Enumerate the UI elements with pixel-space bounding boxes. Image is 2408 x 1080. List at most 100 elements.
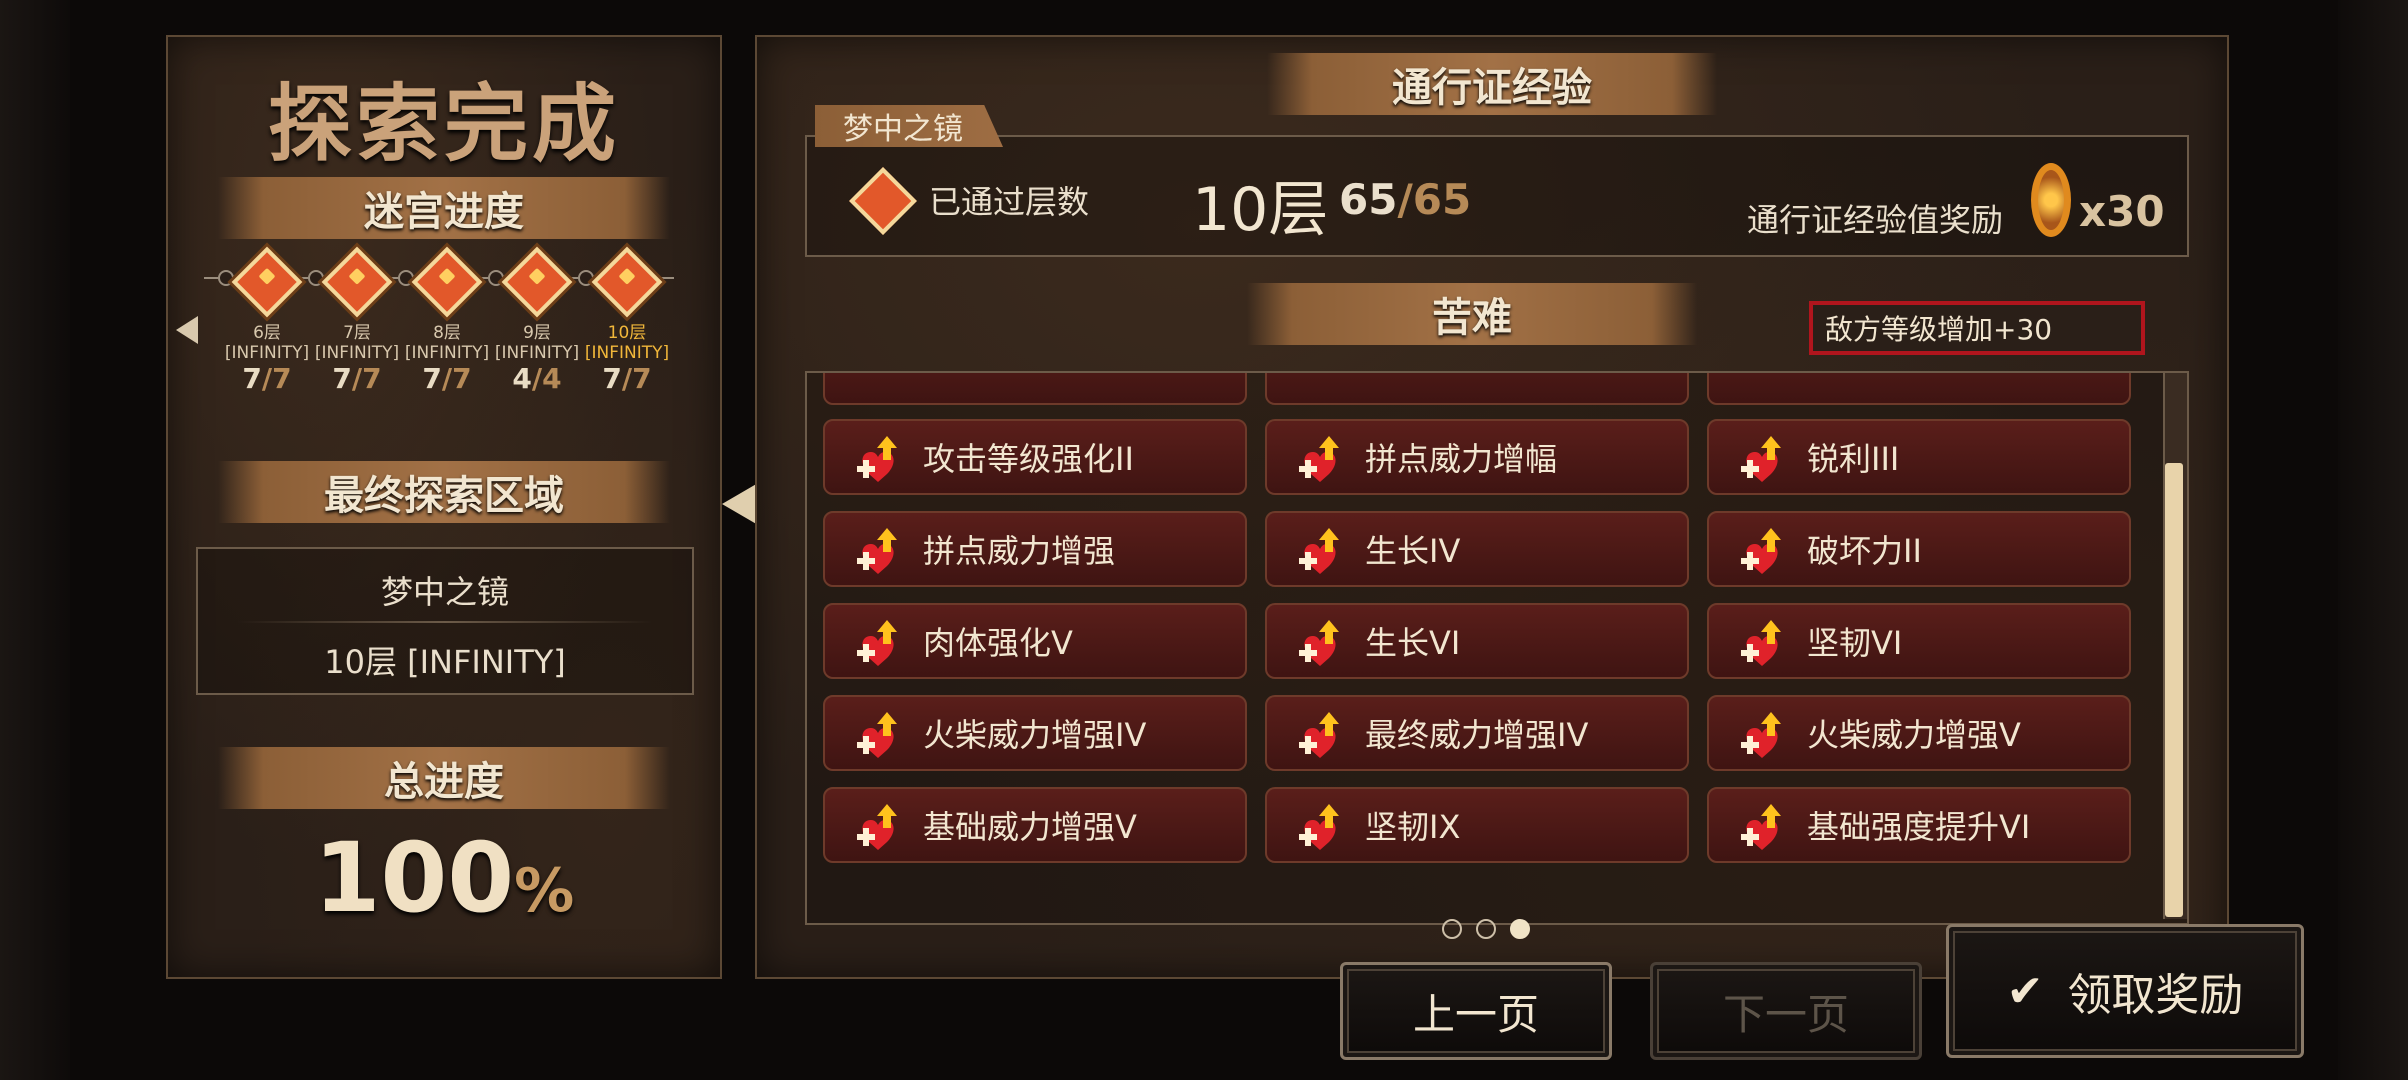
floor-seal-icon — [849, 167, 917, 235]
modifier-label: 肉体强化V — [923, 624, 1073, 662]
modifier-card[interactable]: 基础威力增强V — [823, 787, 1247, 863]
page-dot-active[interactable] — [1510, 919, 1530, 939]
floor-tag: [INFINITY] — [314, 343, 400, 363]
modifier-card[interactable]: 攻击等级强化II — [823, 419, 1247, 495]
modifier-card[interactable]: 基础强度提升VI — [1707, 787, 2131, 863]
floor-count: 7/7 — [422, 362, 472, 395]
modifier-label: 基础威力增强V — [923, 808, 1137, 846]
explore-complete-title: 探索完成 — [267, 75, 620, 173]
modifier-card[interactable]: 生长IV — [1265, 511, 1689, 587]
total-progress-value: 100% — [313, 822, 575, 934]
passed-floors-value: 10层 — [1192, 175, 1329, 245]
growth-icon — [1295, 612, 1353, 670]
modifier-label: 锐利III — [1807, 440, 1900, 478]
floor-seal-icon — [411, 246, 483, 318]
page-indicator — [1442, 919, 1530, 939]
summary-panel: 探索完成 迷宫进度 6层 [INFINITY] 7/7 7层 [INFINITY… — [166, 35, 722, 979]
floor-name: 10层 — [607, 323, 647, 343]
passed-count: 65/65 — [1339, 175, 1472, 224]
frame-edge-left — [0, 0, 70, 1080]
pass-exp-label: 通行证经验 — [1392, 65, 1592, 111]
modifier-label: 破坏力II — [1807, 532, 1922, 570]
floor-node[interactable]: 8层 [INFINITY] 7/7 — [402, 246, 492, 395]
modifier-label: 攻击等级强化II — [923, 440, 1134, 478]
pass-exp-banner: 通行证经验 — [1267, 53, 1717, 115]
modifier-card[interactable]: 破坏力II — [1707, 511, 2131, 587]
floor-tag: [INFINITY] — [404, 343, 490, 363]
floor-name: 7层 — [343, 323, 371, 343]
heart-plus-icon — [1295, 704, 1353, 762]
total-progress-label: 总进度 — [384, 759, 504, 805]
modifier-card[interactable]: 最终威力增强IV — [1265, 695, 1689, 771]
floor-name: 9层 — [523, 323, 551, 343]
reward-panel: 通行证经验 已通过层数 10层 65/65 通行证经验值奖励 x30 梦中之镜 … — [755, 35, 2229, 979]
modifier-card[interactable]: 锐利III — [1707, 419, 2131, 495]
floor-count: 7/7 — [242, 362, 292, 395]
floor-name: 8层 — [433, 323, 461, 343]
final-area-floor: 10层 [INFINITY] — [324, 643, 566, 681]
modifier-card[interactable]: 肉体强化V — [823, 603, 1247, 679]
total-progress-banner: 总进度 — [218, 747, 670, 809]
heart-plus-icon — [1737, 704, 1795, 762]
floor-node-current[interactable]: 10层 [INFINITY] 7/7 — [582, 246, 672, 395]
floor-scroll-left-icon[interactable] — [176, 316, 198, 344]
modifier-card[interactable]: 坚韧VI — [1707, 603, 2131, 679]
prev-page-button[interactable]: 上一页 — [1340, 962, 1612, 1060]
floor-node[interactable]: 6层 [INFINITY] 7/7 — [222, 246, 312, 395]
sword-up-icon — [1737, 796, 1795, 854]
modifier-label: 拼点威力增幅 — [1365, 440, 1558, 478]
modifier-card[interactable]: 坚韧IX — [1265, 787, 1689, 863]
sword-up-icon — [853, 428, 911, 486]
tough-icon — [1737, 612, 1795, 670]
pass-exp-box: 已通过层数 10层 65/65 通行证经验值奖励 x30 — [805, 135, 2189, 257]
modifier-label: 生长IV — [1365, 532, 1461, 570]
list-item-partial — [1265, 373, 1689, 405]
floor-name: 6层 — [253, 323, 281, 343]
sword-up-icon — [853, 612, 911, 670]
floor-count: 7/7 — [602, 362, 652, 395]
hardship-banner: 苦难 — [1247, 283, 1697, 345]
floor-node[interactable]: 7层 [INFINITY] 7/7 — [312, 246, 402, 395]
modifier-label: 生长VI — [1365, 624, 1461, 662]
floor-tag: [INFINITY] — [584, 343, 670, 363]
final-area-label: 最终探索区域 — [324, 473, 564, 519]
heart-plus-icon — [853, 520, 911, 578]
check-icon: ✔ — [2006, 965, 2044, 1017]
final-area-box: 梦中之镜 10层 [INFINITY] — [196, 547, 694, 695]
reward-label: 通行证经验值奖励 — [1747, 201, 2004, 239]
floor-node[interactable]: 9层 [INFINITY] 4/4 — [492, 246, 582, 395]
floor-seal-icon — [591, 246, 663, 318]
scrollbar-thumb[interactable] — [2165, 463, 2183, 917]
passed-floors-label: 已通过层数 — [929, 183, 1090, 221]
sword-up-icon — [853, 796, 911, 854]
page-dot[interactable] — [1476, 919, 1496, 939]
modifier-card[interactable]: 生长VI — [1265, 603, 1689, 679]
blade-heart-icon — [1737, 428, 1795, 486]
modifier-list[interactable]: 攻击等级强化II 拼点威力增幅 锐利III 拼点威力增强 生长IV 破坏力II 肉体强化V 生… — [805, 371, 2189, 925]
growth-icon — [1295, 520, 1353, 578]
floor-tag: [INFINITY] — [494, 343, 580, 363]
pass-exp-gem-icon — [2031, 163, 2071, 237]
modifier-label: 坚韧VI — [1807, 624, 1903, 662]
modifier-card[interactable]: 拼点威力增幅 — [1265, 419, 1689, 495]
maze-progress-banner: 迷宫进度 — [218, 177, 670, 239]
claim-reward-button[interactable]: ✔ 领取奖励 — [1946, 924, 2304, 1058]
list-item-partial — [1707, 373, 2131, 405]
floor-count: 4/4 — [512, 362, 562, 395]
stage-name-tab: 梦中之镜 — [815, 105, 1003, 147]
page-dot[interactable] — [1442, 919, 1462, 939]
modifier-card[interactable]: 火柴威力增强IV — [823, 695, 1247, 771]
next-page-button[interactable]: 下一页 — [1650, 962, 1922, 1060]
frame-edge-right — [2338, 0, 2408, 1080]
modifier-card[interactable]: 拼点威力增强 — [823, 511, 1247, 587]
floor-seal-icon — [321, 246, 393, 318]
claim-reward-label: 领取奖励 — [2067, 970, 2244, 1021]
break-icon — [1737, 520, 1795, 578]
modifier-label: 拼点威力增强 — [923, 532, 1116, 570]
final-area-name: 梦中之镜 — [380, 573, 509, 611]
modifier-card[interactable]: 火柴威力增强V — [1707, 695, 2131, 771]
reward-multiplier: x30 — [2079, 187, 2165, 236]
list-item-partial — [823, 373, 1247, 405]
hardship-label: 苦难 — [1432, 295, 1512, 341]
modifier-label: 火柴威力增强IV — [923, 716, 1147, 754]
